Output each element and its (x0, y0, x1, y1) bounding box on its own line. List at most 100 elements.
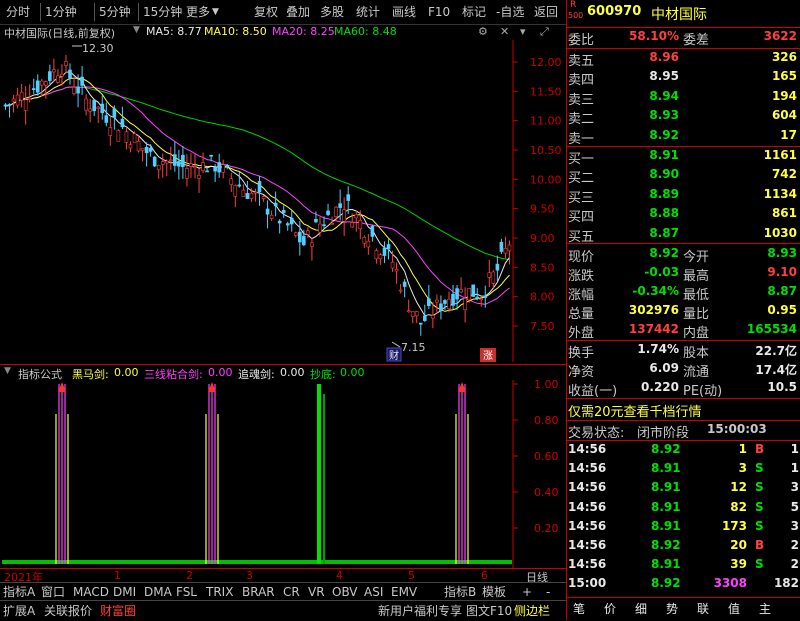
detail-tab[interactable]: 细 (635, 601, 647, 617)
candle-body (152, 156, 157, 167)
tab-asi[interactable]: ASI (364, 584, 383, 600)
ask-level[interactable]: 卖一 8.92 17 (567, 127, 800, 147)
tab-1min[interactable]: 1分钟 (40, 3, 77, 21)
ask-level[interactable]: 卖五 8.96 326 (567, 49, 800, 69)
promo-link[interactable]: 仅需20元查看千档行情 (568, 401, 702, 420)
tick-volume: 20 (730, 538, 747, 552)
tick-row: 14:56 8.92 1 B 1 (567, 442, 800, 459)
mark-button[interactable]: 标记 (462, 3, 486, 21)
f10-graphic-button[interactable]: 图文F10 (466, 603, 512, 619)
tab-dmi[interactable]: DMI (113, 584, 136, 600)
bid-level[interactable]: 买一 8.91 1161 (567, 147, 800, 167)
quote-stat-row: 涨跌 -0.03 最高 9.10 (567, 264, 800, 284)
ask-level[interactable]: 卖三 8.94 194 (567, 88, 800, 108)
dropdown-icon[interactable]: ▾ (520, 25, 526, 38)
level-label: 卖二 (568, 112, 595, 128)
detail-tab[interactable]: 价 (604, 601, 616, 617)
candle-body (402, 281, 407, 287)
tick-row: 14:56 8.91 12 S 3 (567, 480, 800, 497)
sidebar-toggle[interactable]: 侧边栏 (514, 603, 550, 619)
candle-body (471, 284, 475, 297)
promo-row[interactable]: 仅需20元查看千档行情 (567, 400, 800, 420)
detail-tab[interactable]: 笔 (573, 601, 585, 617)
tab-cr[interactable]: CR (283, 584, 300, 600)
quote-stat-row: 净资 6.09 流通 17.4亿 (567, 360, 800, 380)
multi-stock-button[interactable]: 多股 (320, 3, 344, 21)
candle-body (76, 86, 80, 94)
ask-level[interactable]: 卖四 8.95 165 (567, 68, 800, 89)
chevron-down-icon[interactable]: ▼ (4, 366, 11, 376)
tab-trix[interactable]: TRIX (206, 584, 233, 600)
chevron-down-icon[interactable]: ▼ (133, 25, 140, 35)
candle-body (273, 202, 278, 207)
tab-indicator-b[interactable]: 指标B (444, 584, 476, 600)
indicator-chart[interactable]: 1.00 0.80 0.60 0.40 0.20 (0, 380, 566, 568)
tab-related-quote[interactable]: 关联报价 (44, 603, 92, 619)
tab-wealth-circle[interactable]: 财富圈 (100, 603, 136, 619)
tick-volume: 3308 (713, 576, 747, 591)
remove-pane-button[interactable]: - (546, 584, 550, 600)
statistics-button[interactable]: 统计 (356, 3, 380, 21)
add-pane-button[interactable]: + (522, 584, 532, 600)
detail-tab[interactable]: 主 (759, 601, 771, 617)
tab-intraday[interactable]: 分时 (6, 3, 30, 21)
bid-level[interactable]: 买五 8.87 1030 (567, 225, 800, 245)
kline-chart[interactable]: 12.00 11.50 11.00 10.50 10.00 9.50 9.00 8.50 8.0… (0, 40, 566, 362)
tab-fsl[interactable]: FSL (176, 584, 197, 600)
tab-emv[interactable]: EMV (391, 584, 417, 600)
overlay-button[interactable]: 叠加 (286, 3, 310, 21)
level-price: 8.92 (649, 127, 679, 142)
stat-value: 0.220 (641, 380, 679, 394)
candle-body (443, 300, 447, 304)
price-tick: 11.00 (530, 115, 562, 128)
quote-title-row: R 500 600970 中材国际 (567, 0, 800, 24)
tab-indicator-a[interactable]: 指标A (3, 584, 35, 600)
settings-icon[interactable]: ⚙ (478, 25, 488, 38)
tab-brar[interactable]: BRAR (242, 584, 275, 600)
chevron-down-icon[interactable]: ▼ (212, 3, 219, 21)
tab-macd[interactable]: MACD (73, 584, 109, 600)
candle-body (96, 106, 101, 109)
quote-stat-row: 收益(一) 0.220 PE(动) 10.5 (567, 379, 800, 399)
quote-stat-row: 换手 1.74% 股本 22.7亿 (567, 341, 800, 361)
tab-template[interactable]: 模板 (482, 584, 506, 600)
zoom-icon[interactable]: ⤢ (540, 25, 549, 39)
new-user-benefit-link[interactable]: 新用户福利专享 (378, 603, 462, 619)
tab-dma[interactable]: DMA (144, 584, 172, 600)
candle-body (169, 159, 173, 162)
stat-value: -0.34% (632, 284, 679, 298)
bid-level[interactable]: 买二 8.90 742 (567, 166, 800, 186)
finance-badge[interactable]: 财 (389, 349, 399, 362)
chaodi-signal-bar (323, 394, 325, 564)
stat-value: 9.10 (767, 265, 797, 279)
tab-15min[interactable]: 15分钟 (138, 3, 182, 21)
detail-tab[interactable]: 值 (728, 601, 740, 617)
tab-obv[interactable]: OBV (332, 584, 358, 600)
watchlist-button[interactable]: -自选 (496, 3, 524, 21)
tab-window[interactable]: 窗口 (41, 584, 65, 600)
bid-level[interactable]: 买四 8.88 861 (567, 205, 800, 225)
restore-rights-button[interactable]: 复权 (254, 3, 278, 21)
ask-level[interactable]: 卖二 8.93 604 (567, 107, 800, 128)
close-icon[interactable]: ✕ (500, 25, 509, 38)
tick-count: 2 (790, 538, 799, 552)
draw-line-button[interactable]: 画线 (392, 3, 416, 21)
quote-stat-row: 涨幅 -0.34% 最低 8.87 (567, 283, 800, 303)
back-button[interactable]: 返回 (534, 3, 558, 21)
candle-body (148, 147, 153, 152)
tab-5min[interactable]: 5分钟 (94, 3, 131, 21)
candle-body (72, 87, 76, 94)
limit-up-badge[interactable]: 涨 (483, 350, 493, 362)
f10-button[interactable]: F10 (428, 3, 450, 21)
stat-value: -0.03 (644, 265, 679, 279)
tab-extend-a[interactable]: 扩展A (3, 603, 35, 619)
stat-label: 净资 (568, 365, 595, 380)
tab-vr[interactable]: VR (308, 584, 325, 600)
detail-tab[interactable]: 势 (666, 601, 678, 617)
level-label: 卖四 (568, 73, 595, 89)
more-menu[interactable]: 更多 (186, 3, 210, 21)
ma5-label: MA5: 8.77 (146, 25, 202, 38)
bid-level[interactable]: 买三 8.89 1134 (567, 186, 800, 206)
tick-price: 8.92 (651, 538, 681, 552)
detail-tab[interactable]: 联 (697, 601, 709, 617)
